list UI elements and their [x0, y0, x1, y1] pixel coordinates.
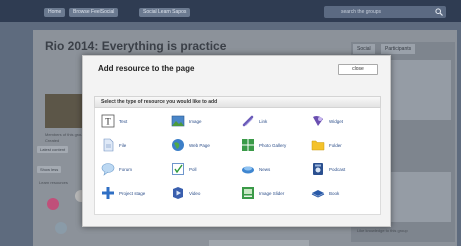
resource-video-label: Video [189, 191, 201, 196]
caption-line-1: Members of this group [45, 132, 85, 137]
podcast-icon [313, 163, 323, 175]
image-slider-icon [242, 187, 254, 199]
resource-project-stage[interactable]: Project stage [101, 186, 165, 202]
search-input[interactable]: search the groups [324, 6, 446, 18]
select-type-bar: Select the type of resource you would li… [94, 96, 381, 108]
add-resource-dialog: Add resource to the page close Select th… [82, 55, 391, 227]
resource-file-label: File [119, 143, 127, 148]
widget-icon [313, 115, 323, 126]
link-icon [242, 115, 254, 127]
thumb-1 [47, 198, 59, 210]
svg-text:T: T [105, 117, 111, 127]
select-type-label: Select the type of resource you would li… [101, 99, 218, 105]
latest-content-chip[interactable]: Latest content [37, 146, 69, 153]
project-stage-icon [102, 187, 114, 199]
resource-folder-label: Folder [329, 143, 342, 148]
resource-folder[interactable]: Folder [311, 138, 375, 154]
nav-social-learn[interactable]: Social Learn Sapos [139, 8, 191, 17]
resource-poll-label: Poll [189, 167, 197, 172]
resource-image-slider[interactable]: Image Slider [241, 186, 305, 202]
search-placeholder: search the groups [341, 9, 382, 15]
resource-podcast-label: Podcast [329, 167, 346, 172]
resource-podcast[interactable]: Podcast [311, 162, 375, 178]
resource-image-label: Image [189, 119, 202, 124]
resource-widget[interactable]: Widget [311, 114, 375, 130]
resource-book-label: Book [329, 191, 340, 196]
resource-text-label: Text [119, 119, 128, 124]
right-bottom-text: Like knowledge to this group [357, 228, 408, 233]
forum-icon [101, 163, 115, 176]
video-icon [173, 187, 183, 199]
resource-link-label: Link [259, 119, 268, 124]
resource-book[interactable]: Book [311, 186, 375, 202]
caption-line-2: Created [45, 138, 60, 143]
resource-text[interactable]: T Text [101, 114, 165, 130]
resource-news-label: News [259, 167, 271, 172]
dialog-title: Add resource to the page [98, 64, 195, 73]
photo-gallery-icon [242, 139, 254, 151]
resource-image[interactable]: Image [171, 114, 235, 130]
show-less-chip[interactable]: Show less [37, 166, 62, 173]
close-button[interactable]: close [338, 64, 378, 75]
resource-photo-gallery-label: Photo Gallery [259, 143, 287, 148]
resource-project-stage-label: Project stage [119, 191, 146, 196]
resource-photo-gallery[interactable]: Photo Gallery [241, 138, 305, 154]
tab-participants[interactable]: Participants [381, 44, 416, 54]
resource-web-page-label: Web Page [189, 143, 210, 148]
side-text: Learn resources [39, 180, 68, 185]
resource-news[interactable]: News [241, 162, 305, 178]
page-title: Rio 2014: Everything is practice [45, 39, 227, 53]
nav-browse[interactable]: Browse FeelSocial [69, 8, 119, 17]
resource-video[interactable]: Video [171, 186, 235, 202]
resource-file[interactable]: File [101, 138, 165, 154]
resource-image-slider-label: Image Slider [259, 191, 285, 196]
folder-icon [311, 140, 325, 151]
resource-web-page[interactable]: Web Page [171, 138, 235, 154]
web-page-icon [172, 139, 184, 151]
nav-home[interactable]: Home [44, 8, 66, 17]
thumb-3 [55, 222, 67, 234]
book-icon [311, 190, 325, 198]
search-icon[interactable] [435, 8, 443, 16]
file-icon [103, 138, 114, 152]
text-icon: T [101, 114, 115, 128]
top-bar: Home Browse FeelSocial Social Learn Sapo… [0, 0, 461, 22]
resource-forum[interactable]: Forum [101, 162, 165, 178]
tab-social[interactable]: Social [353, 44, 375, 54]
poll-icon [172, 163, 184, 175]
resource-poll[interactable]: Poll [171, 162, 235, 178]
resource-link[interactable]: Link [241, 114, 305, 130]
bottom-strip [209, 240, 309, 246]
resource-forum-label: Forum [119, 167, 133, 172]
resource-grid: T Text Image Link Widget File Web Page P… [94, 108, 381, 215]
image-icon [171, 115, 185, 127]
resource-widget-label: Widget [329, 119, 344, 124]
news-icon [242, 166, 254, 174]
